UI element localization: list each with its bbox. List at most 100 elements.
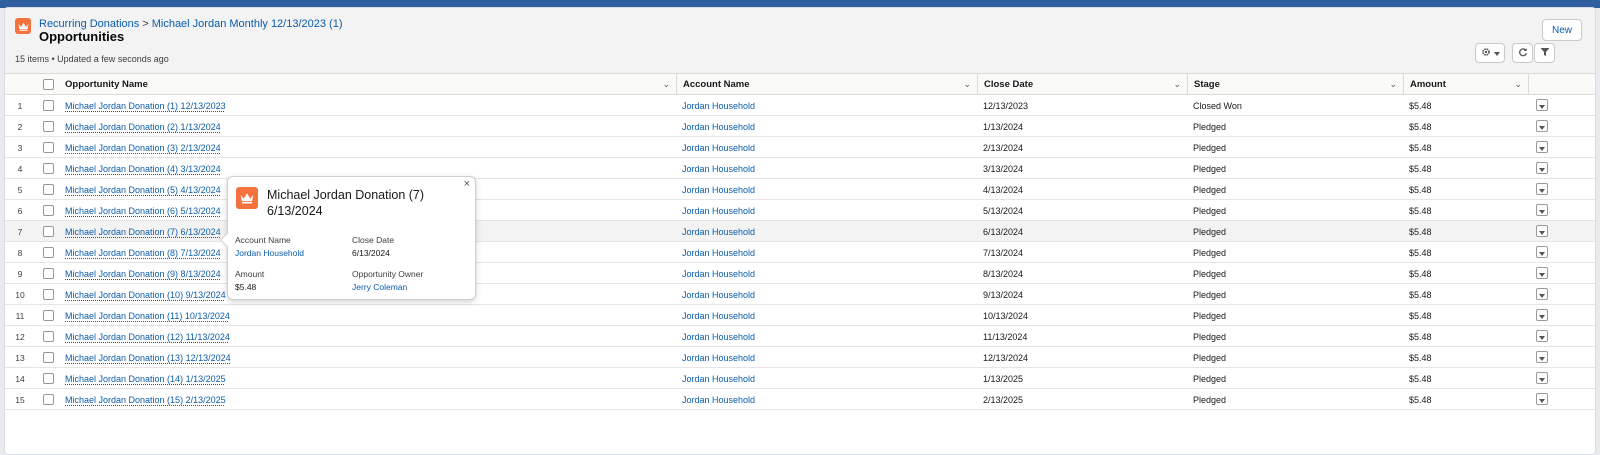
select-all-checkbox[interactable] [43,74,54,95]
row-actions-button[interactable] [1536,225,1548,237]
row-actions-button[interactable] [1536,246,1548,258]
new-button[interactable]: New [1542,19,1582,41]
crown-icon [15,18,31,34]
row-actions-button[interactable] [1536,288,1548,300]
row-actions-button[interactable] [1536,372,1548,384]
table-row[interactable]: 13 Michael Jordan Donation (13) 12/13/202… [5,347,1595,368]
chevron-down-icon[interactable]: ⌄ [1173,79,1181,90]
opportunity-name-link[interactable]: Michael Jordan Donation (10) 9/13/2024 [65,284,226,305]
popover-owner-link[interactable]: Jerry Coleman [352,282,407,292]
breadcrumb-link-recurring-donation-record[interactable]: Michael Jordan Monthly 12/13/2023 (1) [152,18,343,30]
account-name-link[interactable]: Jordan Household [682,284,755,305]
column-header-stage[interactable]: Stage ⌄ [1188,74,1404,95]
opportunity-name-link[interactable]: Michael Jordan Donation (1) 12/13/2023 [65,95,226,116]
row-select-checkbox[interactable] [43,326,54,347]
row-actions-button[interactable] [1536,99,1548,111]
stage-cell: Pledged [1193,163,1227,174]
table-row[interactable]: 1 Michael Jordan Donation (1) 12/13/2023 J… [5,95,1595,116]
chevron-down-icon[interactable]: ⌄ [1389,79,1397,90]
row-select-checkbox[interactable] [43,179,54,200]
opportunity-name-link[interactable]: Michael Jordan Donation (3) 2/13/2024 [65,137,221,158]
amount-cell: $5.48 [1409,142,1432,153]
row-number: 12 [15,331,25,342]
row-select-checkbox[interactable] [43,263,54,284]
row-select-checkbox[interactable] [43,137,54,158]
row-select-checkbox[interactable] [43,389,54,410]
chevron-down-icon[interactable]: ⌄ [662,79,670,90]
amount-cell: $5.48 [1409,268,1432,279]
opportunity-name-link[interactable]: Michael Jordan Donation (5) 4/13/2024 [65,179,221,200]
stage-cell: Pledged [1193,205,1227,216]
account-name-link[interactable]: Jordan Household [682,242,755,263]
row-actions-button[interactable] [1536,183,1548,195]
row-select-checkbox[interactable] [43,158,54,179]
row-actions-button[interactable] [1536,141,1548,153]
row-select-checkbox[interactable] [43,368,54,389]
opportunity-name-link[interactable]: Michael Jordan Donation (11) 10/13/2024 [65,305,230,326]
row-actions-button[interactable] [1536,267,1548,279]
account-name-link[interactable]: Jordan Household [682,326,755,347]
column-header-amount[interactable]: Amount ⌄ [1404,74,1529,95]
row-number: 3 [17,142,23,153]
list-settings-button[interactable] [1475,43,1505,63]
row-select-checkbox[interactable] [43,242,54,263]
row-select-checkbox[interactable] [43,305,54,326]
column-header-account-name[interactable]: Account Name ⌄ [677,74,978,95]
opportunity-name-link[interactable]: Michael Jordan Donation (4) 3/13/2024 [65,158,221,179]
row-select-checkbox[interactable] [43,221,54,242]
account-name-link[interactable]: Jordan Household [682,158,755,179]
table-row[interactable]: 2 Michael Jordan Donation (2) 1/13/2024 Jo… [5,116,1595,137]
column-header-opportunity-name[interactable]: Opportunity Name ⌄ [59,74,677,95]
close-icon[interactable]: × [464,178,470,190]
row-select-checkbox[interactable] [43,200,54,221]
refresh-button[interactable] [1512,43,1533,63]
opportunity-name-link[interactable]: Michael Jordan Donation (6) 5/13/2024 [65,200,221,221]
chevron-down-icon[interactable]: ⌄ [963,79,971,90]
opportunity-name-link[interactable]: Michael Jordan Donation (9) 8/13/2024 [65,263,221,284]
account-name-link[interactable]: Jordan Household [682,137,755,158]
account-name-link[interactable]: Jordan Household [682,221,755,242]
opportunity-name-link[interactable]: Michael Jordan Donation (8) 7/13/2024 [65,242,221,263]
popover-close-date-label: Close Date [352,235,395,245]
opportunity-name-link[interactable]: Michael Jordan Donation (12) 11/13/2024 [65,326,230,347]
chevron-down-icon [1539,329,1545,343]
account-name-link[interactable]: Jordan Household [682,263,755,284]
column-header-close-date[interactable]: Close Date ⌄ [978,74,1188,95]
row-actions-button[interactable] [1536,351,1548,363]
row-actions-button[interactable] [1536,204,1548,216]
stage-cell: Pledged [1193,226,1227,237]
account-name-link[interactable]: Jordan Household [682,95,755,116]
opportunity-name-link[interactable]: Michael Jordan Donation (14) 1/13/2025 [65,368,226,389]
popover-account-link[interactable]: Jordan Household [235,248,304,258]
close-date-cell: 5/13/2024 [983,205,1024,216]
table-row[interactable]: 3 Michael Jordan Donation (3) 2/13/2024 Jo… [5,137,1595,158]
table-row[interactable]: 11 Michael Jordan Donation (11) 10/13/202… [5,305,1595,326]
filter-button[interactable] [1534,43,1555,63]
row-actions-button[interactable] [1536,309,1548,321]
chevron-down-icon[interactable]: ⌄ [1514,79,1522,90]
opportunity-name-link[interactable]: Michael Jordan Donation (15) 2/13/2025 [65,389,226,410]
row-select-checkbox[interactable] [43,95,54,116]
row-select-checkbox[interactable] [43,116,54,137]
account-name-link[interactable]: Jordan Household [682,200,755,221]
opportunity-name-link[interactable]: Michael Jordan Donation (7) 6/13/2024 [65,221,221,242]
account-name-link[interactable]: Jordan Household [682,389,755,410]
row-actions-button[interactable] [1536,393,1548,405]
table-row[interactable]: 12 Michael Jordan Donation (12) 11/13/202… [5,326,1595,347]
account-name-link[interactable]: Jordan Household [682,116,755,137]
row-actions-button[interactable] [1536,120,1548,132]
amount-cell: $5.48 [1409,226,1432,237]
account-name-link[interactable]: Jordan Household [682,347,755,368]
row-actions-button[interactable] [1536,330,1548,342]
opportunity-name-link[interactable]: Michael Jordan Donation (2) 1/13/2024 [65,116,221,137]
table-row[interactable]: 14 Michael Jordan Donation (14) 1/13/2025… [5,368,1595,389]
stage-cell: Pledged [1193,247,1227,258]
account-name-link[interactable]: Jordan Household [682,179,755,200]
table-row[interactable]: 15 Michael Jordan Donation (15) 2/13/2025… [5,389,1595,410]
account-name-link[interactable]: Jordan Household [682,305,755,326]
row-select-checkbox[interactable] [43,284,54,305]
row-select-checkbox[interactable] [43,347,54,368]
opportunity-name-link[interactable]: Michael Jordan Donation (13) 12/13/2024 [65,347,231,368]
account-name-link[interactable]: Jordan Household [682,368,755,389]
row-actions-button[interactable] [1536,162,1548,174]
